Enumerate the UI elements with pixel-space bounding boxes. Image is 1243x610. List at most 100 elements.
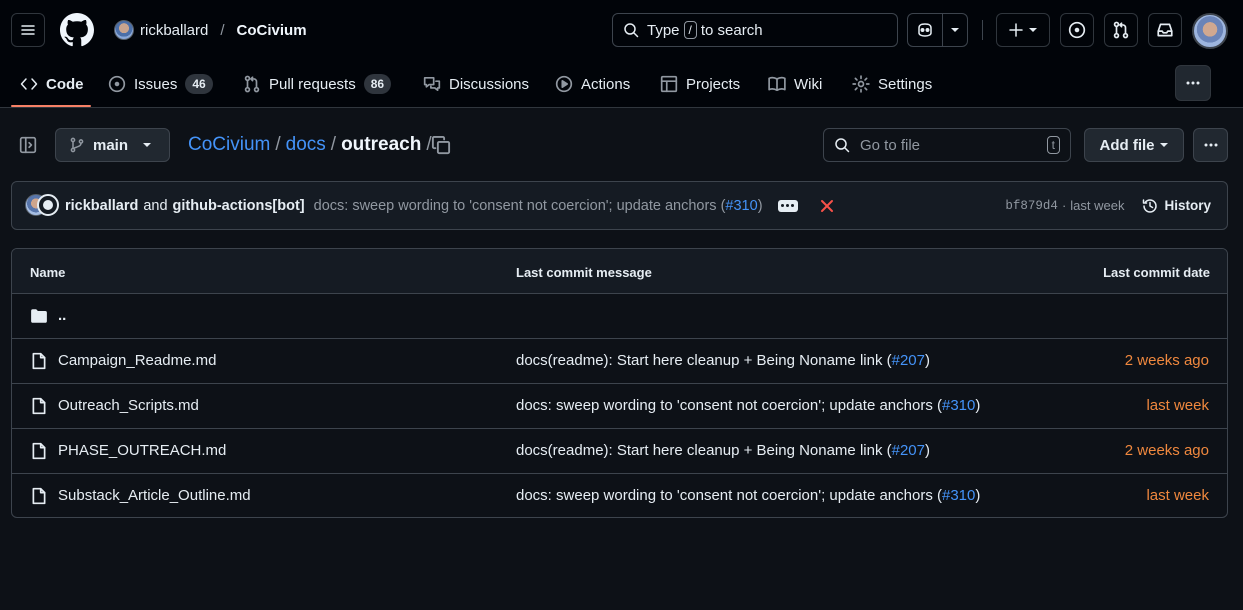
- add-file-button[interactable]: Add file: [1084, 128, 1184, 162]
- row-commit-message[interactable]: docs: sweep wording to 'consent not coer…: [516, 487, 980, 504]
- commit-author-link[interactable]: rickballard: [65, 198, 138, 214]
- breadcrumb-separator: /: [275, 134, 281, 155]
- tab-actions[interactable]: Actions: [555, 60, 630, 108]
- breadcrumb-separator: /: [330, 134, 337, 155]
- commit-meta-separator: ·: [1061, 198, 1067, 213]
- global-search-input[interactable]: Type / to search: [612, 13, 898, 47]
- row-commit-text: docs(readme): Start here cleanup + Being…: [516, 352, 892, 369]
- hamburger-menu-button[interactable]: [11, 13, 45, 47]
- row-commit-date: last week: [1146, 397, 1209, 414]
- row-pr-link[interactable]: #207: [892, 352, 925, 369]
- row-pr-link[interactable]: #310: [942, 487, 975, 504]
- github-logo-icon[interactable]: [60, 13, 94, 47]
- commit-pr-link[interactable]: #310: [725, 198, 757, 214]
- row-commit-message[interactable]: docs(readme): Start here cleanup + Being…: [516, 442, 930, 459]
- git-pull-request-icon: [244, 75, 260, 93]
- column-header-name: Name: [30, 265, 66, 280]
- row-commit-end: ): [975, 487, 981, 504]
- row-commit-date: last week: [1146, 487, 1209, 504]
- book-icon: [768, 76, 786, 92]
- file-name-link[interactable]: Campaign_Readme.md: [58, 352, 216, 369]
- your-pull-requests-button[interactable]: [1104, 13, 1138, 47]
- bot-avatar[interactable]: [37, 193, 59, 216]
- file-icon: [32, 397, 46, 415]
- tab-pull-requests-label: Pull requests: [269, 75, 356, 93]
- go-to-file-shortcut-key: t: [1046, 136, 1060, 154]
- search-icon: [624, 23, 639, 38]
- row-pr-link[interactable]: #207: [892, 442, 925, 459]
- table-row[interactable]: Substack_Article_Outline.md docs: sweep …: [12, 474, 1227, 517]
- header-top-row: rickballard / CoCivium Type / to search: [0, 0, 1243, 60]
- kebab-horizontal-icon: [1204, 143, 1217, 147]
- triangle-down-icon: [143, 143, 152, 147]
- go-to-file-input[interactable]: Go to file t: [823, 128, 1071, 162]
- inbox-button[interactable]: [1148, 13, 1182, 47]
- file-name-link[interactable]: Substack_Article_Outline.md: [58, 487, 251, 504]
- file-icon: [32, 442, 46, 460]
- table-header: Name Last commit message Last commit dat…: [12, 249, 1227, 294]
- file-directory-icon: [31, 309, 47, 323]
- your-issues-button[interactable]: [1060, 13, 1094, 47]
- copilot-button-group: [907, 13, 968, 47]
- tab-discussions[interactable]: Discussions: [423, 60, 529, 108]
- row-commit-message[interactable]: docs(readme): Start here cleanup + Being…: [516, 352, 930, 369]
- comment-discussion-icon: [423, 76, 441, 92]
- copy-path-button[interactable]: [431, 135, 451, 155]
- toggle-file-tree-button[interactable]: [11, 128, 45, 162]
- table-row[interactable]: Campaign_Readme.md docs(readme): Start h…: [12, 339, 1227, 384]
- row-commit-text: docs: sweep wording to 'consent not coer…: [516, 397, 942, 414]
- file-name-link[interactable]: Outreach_Scripts.md: [58, 397, 199, 414]
- user-avatar-menu[interactable]: [1192, 13, 1228, 49]
- tab-actions-label: Actions: [581, 75, 631, 93]
- copilot-button[interactable]: [908, 14, 944, 46]
- branch-selector[interactable]: main: [55, 128, 170, 162]
- repo-nav-overflow-button[interactable]: [1175, 65, 1211, 101]
- parent-directory-row[interactable]: ..: [12, 294, 1227, 339]
- search-shortcut-key: /: [683, 21, 697, 39]
- row-commit-end: ): [924, 442, 930, 459]
- tab-issues[interactable]: Issues 46: [108, 60, 213, 108]
- expand-commit-message-button[interactable]: [777, 199, 798, 212]
- breadcrumb-repo-link[interactable]: CoCivium: [188, 134, 270, 156]
- commit-coauthor-link[interactable]: github-actions[bot]: [173, 198, 305, 214]
- table-row[interactable]: PHASE_OUTREACH.md docs(readme): Start he…: [12, 429, 1227, 474]
- create-new-button[interactable]: [996, 13, 1050, 47]
- row-commit-message[interactable]: docs: sweep wording to 'consent not coer…: [516, 397, 980, 414]
- tab-settings-label: Settings: [878, 75, 933, 93]
- history-button[interactable]: History: [1142, 198, 1211, 214]
- breadcrumb: CoCivium / docs / outreach /: [188, 133, 437, 157]
- context-separator: /: [220, 21, 225, 39]
- issue-opened-icon: [108, 75, 126, 93]
- x-icon[interactable]: [820, 199, 834, 213]
- row-commit-text: docs(readme): Start here cleanup + Being…: [516, 442, 892, 459]
- global-header: rickballard / CoCivium Type / to search: [0, 0, 1243, 108]
- breadcrumb-docs-link[interactable]: docs: [286, 134, 326, 156]
- repo-link[interactable]: CoCivium: [237, 22, 307, 39]
- kebab-horizontal-icon: [1186, 81, 1200, 85]
- row-pr-link[interactable]: #310: [942, 397, 975, 414]
- parent-directory-link[interactable]: ..: [58, 307, 66, 324]
- copilot-icon: [918, 23, 932, 37]
- file-name-link[interactable]: PHASE_OUTREACH.md: [58, 442, 226, 459]
- commit-message[interactable]: docs: sweep wording to 'consent not coer…: [314, 198, 763, 214]
- tab-settings[interactable]: Settings: [852, 60, 932, 108]
- tab-wiki[interactable]: Wiki: [768, 60, 822, 108]
- copilot-dropdown-button[interactable]: [943, 14, 967, 46]
- row-commit-date: 2 weeks ago: [1124, 442, 1209, 459]
- latest-commit-bar: rickballard and github-actions[bot] docs…: [11, 181, 1228, 230]
- tab-code[interactable]: Code: [20, 60, 84, 108]
- go-to-file-placeholder: Go to file: [860, 136, 921, 154]
- issues-count-badge: 46: [185, 74, 213, 94]
- more-options-button[interactable]: [1193, 128, 1228, 162]
- repo-context: rickballard / CoCivium: [114, 18, 307, 42]
- tab-pull-requests[interactable]: Pull requests 86: [243, 60, 392, 108]
- table-row[interactable]: Outreach_Scripts.md docs: sweep wording …: [12, 384, 1227, 429]
- commit-and-text: and: [143, 197, 168, 214]
- commit-author-avatars: [25, 193, 61, 218]
- sidebar-expand-icon: [19, 136, 37, 154]
- tab-projects[interactable]: Projects: [660, 60, 740, 108]
- commit-message-text: docs: sweep wording to 'consent not coer…: [313, 197, 726, 214]
- commit-sha-link[interactable]: bf879d4: [1005, 199, 1058, 213]
- inbox-icon: [1157, 23, 1173, 37]
- owner-link[interactable]: rickballard: [140, 22, 208, 39]
